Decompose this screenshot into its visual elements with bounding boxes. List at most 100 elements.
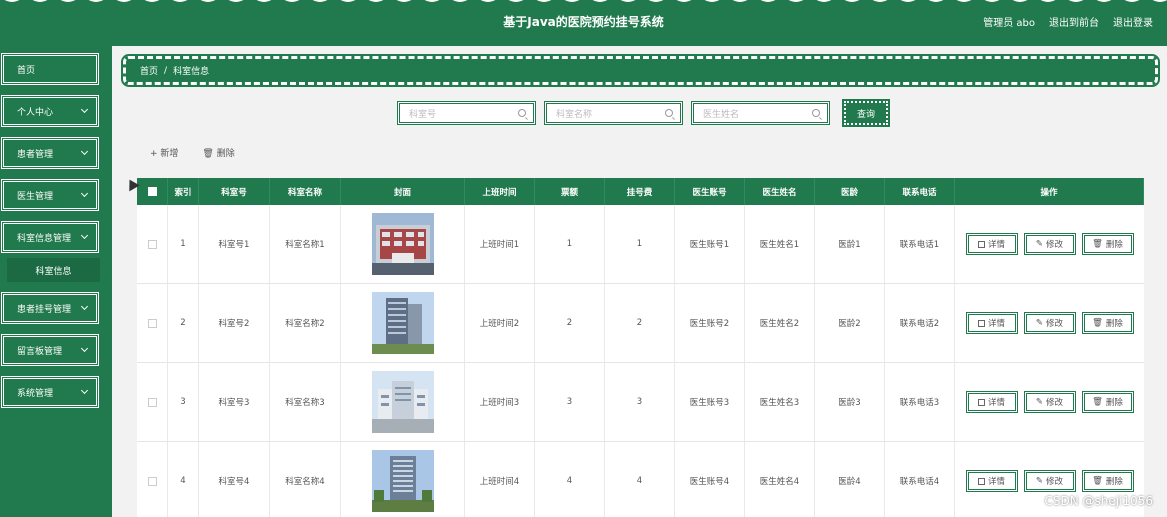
cover-image xyxy=(371,371,434,433)
logout-link[interactable]: 退出登录 xyxy=(1113,14,1153,29)
trash-icon: 🗑 xyxy=(1092,476,1103,486)
cell-doctor-name: 医生姓名1 xyxy=(745,205,815,283)
search-icon xyxy=(812,109,820,117)
header-links: 管理员 abo 退出到前台 退出登录 xyxy=(983,14,1153,29)
sidebar-item-label: 系统管理 xyxy=(17,388,54,399)
cell-phone: 联系电话4 xyxy=(885,442,955,517)
col-header: 票额 xyxy=(535,178,605,205)
row-checkbox-cell xyxy=(137,284,168,362)
table-actions: + 新增 🗑 删除 xyxy=(150,146,235,159)
cell-department-number: 科室号2 xyxy=(199,284,270,362)
row-checkbox[interactable] xyxy=(147,476,157,486)
sidebar-subitem-department-info[interactable]: 科室信息 xyxy=(7,258,100,282)
doc-icon xyxy=(977,240,985,248)
table-row: 4 科室号4 科室名称4 上班时间4 4 4 医生账号4 医生姓名4 医龄4 联… xyxy=(137,442,1144,517)
user-label: 管理员 abo xyxy=(983,18,1035,29)
cell-department-name: 科室名称3 xyxy=(270,363,341,441)
cell-operations: 详情 ✎ 修改 🗑 删除 xyxy=(955,284,1144,362)
pencil-icon: ✎ xyxy=(1035,318,1044,328)
front-link[interactable]: 退出到前台 xyxy=(1049,14,1099,29)
placeholder-text: 科室号 xyxy=(409,109,437,120)
edit-label: 修改 xyxy=(1046,477,1064,487)
edit-button[interactable]: ✎ 修改 xyxy=(1023,470,1076,492)
search-icon xyxy=(518,109,526,117)
sidebar-item-patients[interactable]: 患者管理 xyxy=(1,137,99,169)
sidebar-item-home[interactable]: 首页 xyxy=(1,53,99,85)
delete-button[interactable]: 🗑 删除 xyxy=(1081,391,1134,413)
cover-image xyxy=(371,213,434,275)
cell-fee: 1 xyxy=(605,205,675,283)
col-header: 操作 xyxy=(955,178,1144,205)
sidebar-item-personal[interactable]: 个人中心 xyxy=(1,95,99,127)
placeholder-text: 医生姓名 xyxy=(703,109,740,120)
cell-doctor-name: 医生姓名2 xyxy=(745,284,815,362)
delete-label: 删除 xyxy=(1105,477,1123,487)
cell-doctor-account: 医生账号4 xyxy=(675,442,745,517)
col-header: 上班时间 xyxy=(465,178,535,205)
top-header: 基于Java的医院预约挂号系统 管理员 abo 退出到前台 退出登录 xyxy=(0,0,1167,46)
col-header: 挂号费 xyxy=(605,178,675,205)
table-row: 3 科室号3 科室名称3 上班时间3 3 3 医生账号3 医生姓名3 医龄3 联… xyxy=(137,363,1144,442)
cell-department-name: 科室名称1 xyxy=(270,205,341,283)
chevron-down-icon xyxy=(80,344,89,353)
select-all-checkbox[interactable] xyxy=(147,187,157,196)
edit-button[interactable]: ✎ 修改 xyxy=(1023,391,1076,413)
sidebar-item-doctors[interactable]: 医生管理 xyxy=(1,179,99,211)
add-button[interactable]: + 新增 xyxy=(150,146,178,159)
row-checkbox-cell xyxy=(137,363,168,441)
sidebar-item-registrations[interactable]: 患者挂号管理 xyxy=(1,292,99,324)
query-button[interactable]: 查询 xyxy=(842,99,890,127)
detail-button[interactable]: 详情 xyxy=(965,470,1018,492)
detail-label: 详情 xyxy=(987,240,1005,250)
batch-delete-button[interactable]: 🗑 删除 xyxy=(202,146,234,159)
department-table: 索引 科室号 科室名称 封面 上班时间 票额 挂号费 医生账号 医生姓名 医龄 … xyxy=(137,178,1144,517)
delete-button[interactable]: 🗑 删除 xyxy=(1081,312,1134,334)
search-bar: 科室号 科室名称 医生姓名 查询 xyxy=(397,99,890,127)
sidebar-item-system[interactable]: 系统管理 xyxy=(1,376,99,408)
edit-label: 修改 xyxy=(1046,398,1064,408)
chevron-down-icon xyxy=(80,386,89,395)
doctor-name-input[interactable]: 医生姓名 xyxy=(691,101,830,125)
detail-button[interactable]: 详情 xyxy=(965,391,1018,413)
sidebar-item-messages[interactable]: 留言板管理 xyxy=(1,334,99,366)
cell-doctor-name: 医生姓名4 xyxy=(745,442,815,517)
row-checkbox[interactable] xyxy=(147,239,157,249)
delete-button[interactable]: 🗑 删除 xyxy=(1081,233,1134,255)
header-checkbox-cell xyxy=(137,178,168,205)
cell-quota: 4 xyxy=(535,442,605,517)
watermark: CSDN @sheji1056 xyxy=(1044,494,1153,508)
cover-image xyxy=(371,292,434,354)
row-checkbox[interactable] xyxy=(147,318,157,328)
detail-button[interactable]: 详情 xyxy=(965,233,1018,255)
doc-icon xyxy=(977,319,985,327)
row-checkbox[interactable] xyxy=(147,397,157,407)
chevron-down-icon xyxy=(80,105,89,114)
breadcrumb: 首页 / 科室信息 xyxy=(121,54,1160,87)
sidebar-item-label: 患者管理 xyxy=(17,149,54,160)
edit-label: 修改 xyxy=(1046,240,1064,250)
detail-button[interactable]: 详情 xyxy=(965,312,1018,334)
edit-button[interactable]: ✎ 修改 xyxy=(1023,312,1076,334)
doc-icon xyxy=(977,477,985,485)
cell-department-number: 科室号3 xyxy=(199,363,270,441)
cell-cover xyxy=(341,284,465,362)
cell-doctor-account: 医生账号2 xyxy=(675,284,745,362)
edit-label: 修改 xyxy=(1046,319,1064,329)
cell-index: 4 xyxy=(168,442,199,517)
sidebar-item-departments[interactable]: 科室信息管理 xyxy=(1,221,99,253)
cell-doctor-experience: 医龄3 xyxy=(815,363,885,441)
breadcrumb-home[interactable]: 首页 xyxy=(140,64,158,77)
col-header: 科室名称 xyxy=(270,178,341,205)
table-header: 索引 科室号 科室名称 封面 上班时间 票额 挂号费 医生账号 医生姓名 医龄 … xyxy=(137,178,1144,205)
cell-cover xyxy=(341,363,465,441)
cell-quota: 2 xyxy=(535,284,605,362)
department-number-input[interactable]: 科室号 xyxy=(397,101,536,125)
sidebar: 首页 个人中心 患者管理 医生管理 科室信息管理 科室信息 患者挂号管理 留言板… xyxy=(0,46,112,517)
delete-button[interactable]: 🗑 删除 xyxy=(1081,470,1134,492)
detail-label: 详情 xyxy=(987,398,1005,408)
edit-button[interactable]: ✎ 修改 xyxy=(1023,233,1076,255)
cell-department-number: 科室号1 xyxy=(199,205,270,283)
department-name-input[interactable]: 科室名称 xyxy=(544,101,683,125)
detail-label: 详情 xyxy=(987,477,1005,487)
table-row: 2 科室号2 科室名称2 上班时间2 2 2 医生账号2 医生姓名2 医龄2 联… xyxy=(137,284,1144,363)
